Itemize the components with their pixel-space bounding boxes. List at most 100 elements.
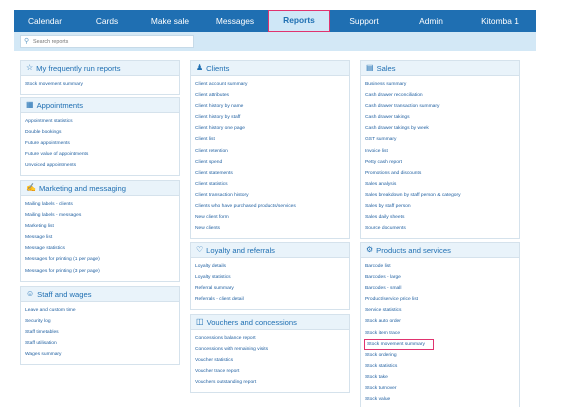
- report-link[interactable]: Client retention: [194, 146, 349, 157]
- report-link[interactable]: Messages for printing (3 per page): [24, 266, 179, 277]
- report-link[interactable]: Double bookings: [24, 127, 179, 138]
- report-link[interactable]: Petty cash report: [364, 157, 519, 168]
- report-link[interactable]: Concessions with remaining visits: [194, 344, 349, 355]
- report-link[interactable]: New client form: [194, 212, 349, 223]
- report-link[interactable]: Marketing list: [24, 221, 179, 232]
- report-link[interactable]: Stock turnover: [364, 383, 519, 394]
- panel-header: ♟ Clients: [191, 61, 349, 76]
- nav-admin[interactable]: Admin: [398, 10, 464, 32]
- nav-make-sale[interactable]: Make sale: [138, 10, 202, 32]
- report-link[interactable]: Client attributes: [194, 90, 349, 101]
- report-link[interactable]: Clients who have purchased products/serv…: [194, 201, 349, 212]
- report-link[interactable]: Cash drawer takings: [364, 112, 519, 123]
- report-link[interactable]: Client history by name: [194, 101, 349, 112]
- panel-staff: ☺ Staff and wages Leave and custom time S…: [20, 286, 180, 366]
- report-link[interactable]: Client statements: [194, 168, 349, 179]
- report-link[interactable]: Loyalty statistics: [194, 272, 349, 283]
- search-input[interactable]: [33, 36, 191, 47]
- nav-calendar[interactable]: Calendar: [14, 10, 76, 32]
- report-link[interactable]: Message list: [24, 232, 179, 243]
- report-link[interactable]: Unvoiced appointments: [24, 160, 179, 171]
- report-link[interactable]: Vouchers outstanding report: [194, 377, 349, 388]
- star-icon: ☆: [26, 63, 34, 72]
- report-link[interactable]: Sales by staff person: [364, 201, 519, 212]
- report-link[interactable]: Stock value: [364, 394, 519, 405]
- report-link[interactable]: Sales breakdown by staff person & catego…: [364, 190, 519, 201]
- report-link[interactable]: Loyalty details: [194, 261, 349, 272]
- nav-cards[interactable]: Cards: [76, 10, 138, 32]
- report-link[interactable]: Client history one page: [194, 123, 349, 134]
- panel-title: Vouchers and concessions: [206, 317, 297, 327]
- report-link[interactable]: Sales daily sheets: [364, 212, 519, 223]
- report-link[interactable]: Security log: [24, 316, 179, 327]
- report-link[interactable]: Cash drawer takings by week: [364, 123, 519, 134]
- panel-loyalty: ♡ Loyalty and referrals Loyalty details L…: [190, 242, 350, 311]
- report-link[interactable]: Leave and custom time: [24, 305, 179, 316]
- report-link[interactable]: Service statistics: [364, 305, 519, 316]
- report-link[interactable]: Client account summary: [194, 79, 349, 90]
- nav-account[interactable]: Kitomba 1: [464, 10, 536, 32]
- products-icon: ⚙: [366, 245, 374, 254]
- panel-links: Mailing labels - clients Mailing labels -…: [21, 196, 179, 281]
- report-link[interactable]: New clients: [194, 223, 349, 234]
- report-link[interactable]: Stock ordering: [364, 350, 519, 361]
- report-link[interactable]: Barcode list: [364, 261, 519, 272]
- report-link[interactable]: Promotions and discounts: [364, 168, 519, 179]
- panel-links: Business summary Cash drawer reconciliati…: [361, 76, 519, 238]
- panel-header: ☆ My frequently run reports: [21, 61, 179, 76]
- report-link[interactable]: Stock auto order: [364, 316, 519, 327]
- report-link[interactable]: Stock movement summary: [364, 338, 434, 350]
- search-icon: ⚲: [24, 38, 30, 45]
- report-link[interactable]: Message statistics: [24, 243, 179, 254]
- panel-header: ☺ Staff and wages: [21, 287, 179, 302]
- search-bar: ⚲: [14, 32, 536, 51]
- nav-messages[interactable]: Messages: [202, 10, 268, 32]
- panel-marketing: ✍ Marketing and messaging Mailing labels…: [20, 180, 180, 282]
- report-link[interactable]: Staff utilisation: [24, 338, 179, 349]
- report-link[interactable]: Sales analysis: [364, 179, 519, 190]
- panel-frequent: ☆ My frequently run reports Stock moveme…: [20, 60, 180, 96]
- report-link[interactable]: Barcodes - small: [364, 283, 519, 294]
- report-link[interactable]: Mailing labels - clients: [24, 199, 179, 210]
- panel-title: Marketing and messaging: [38, 183, 126, 193]
- report-link[interactable]: Referrals - client detail: [194, 294, 349, 305]
- nav-support[interactable]: Support: [330, 10, 398, 32]
- panel-header: ⚙ Products and services: [361, 243, 519, 258]
- report-link[interactable]: Staff timetables: [24, 327, 179, 338]
- report-link[interactable]: Stock movement summary: [24, 79, 179, 90]
- report-link[interactable]: Voucher trace report: [194, 366, 349, 377]
- report-link[interactable]: Client list: [194, 134, 349, 145]
- report-link[interactable]: Product/service price list: [364, 294, 519, 305]
- report-link[interactable]: Mailing labels - messages: [24, 210, 179, 221]
- report-link[interactable]: GST summary: [364, 134, 519, 145]
- report-link[interactable]: Future value of appointments: [24, 149, 179, 160]
- report-link[interactable]: Client spend: [194, 157, 349, 168]
- panel-header: ▦ Appointments: [21, 98, 179, 113]
- report-link[interactable]: Wages summary: [24, 349, 179, 360]
- panel-title: Clients: [206, 63, 230, 73]
- report-link[interactable]: Client statistics: [194, 179, 349, 190]
- report-link[interactable]: Source documents: [364, 223, 519, 234]
- report-link[interactable]: Voucher statistics: [194, 355, 349, 366]
- report-link[interactable]: Stock statistics: [364, 361, 519, 372]
- report-link[interactable]: Cash drawer reconciliation: [364, 90, 519, 101]
- panel-links: Leave and custom time Security log Staff t…: [21, 302, 179, 364]
- report-link[interactable]: Client transaction history: [194, 190, 349, 201]
- search-box[interactable]: ⚲: [20, 35, 194, 48]
- report-link[interactable]: Future appointments: [24, 138, 179, 149]
- report-link[interactable]: Barcodes - large: [364, 272, 519, 283]
- report-link[interactable]: Referral summary: [194, 283, 349, 294]
- report-link[interactable]: Business summary: [364, 79, 519, 90]
- report-link[interactable]: Invoice list: [364, 146, 519, 157]
- staff-icon: ☺: [26, 289, 35, 298]
- report-link[interactable]: Cash drawer transaction summary: [364, 101, 519, 112]
- panel-header: ♡ Loyalty and referrals: [191, 243, 349, 258]
- nav-reports[interactable]: Reports: [268, 10, 330, 32]
- top-nav: Calendar Cards Make sale Messages Report…: [14, 10, 536, 32]
- report-link[interactable]: Client history by staff: [194, 112, 349, 123]
- report-link[interactable]: Stock take: [364, 372, 519, 383]
- report-link[interactable]: Appointment statistics: [24, 116, 179, 127]
- report-link[interactable]: Concessions balance report: [194, 333, 349, 344]
- report-link[interactable]: Messages for printing (1 per page): [24, 254, 179, 265]
- report-link[interactable]: Stock item trace: [364, 328, 519, 339]
